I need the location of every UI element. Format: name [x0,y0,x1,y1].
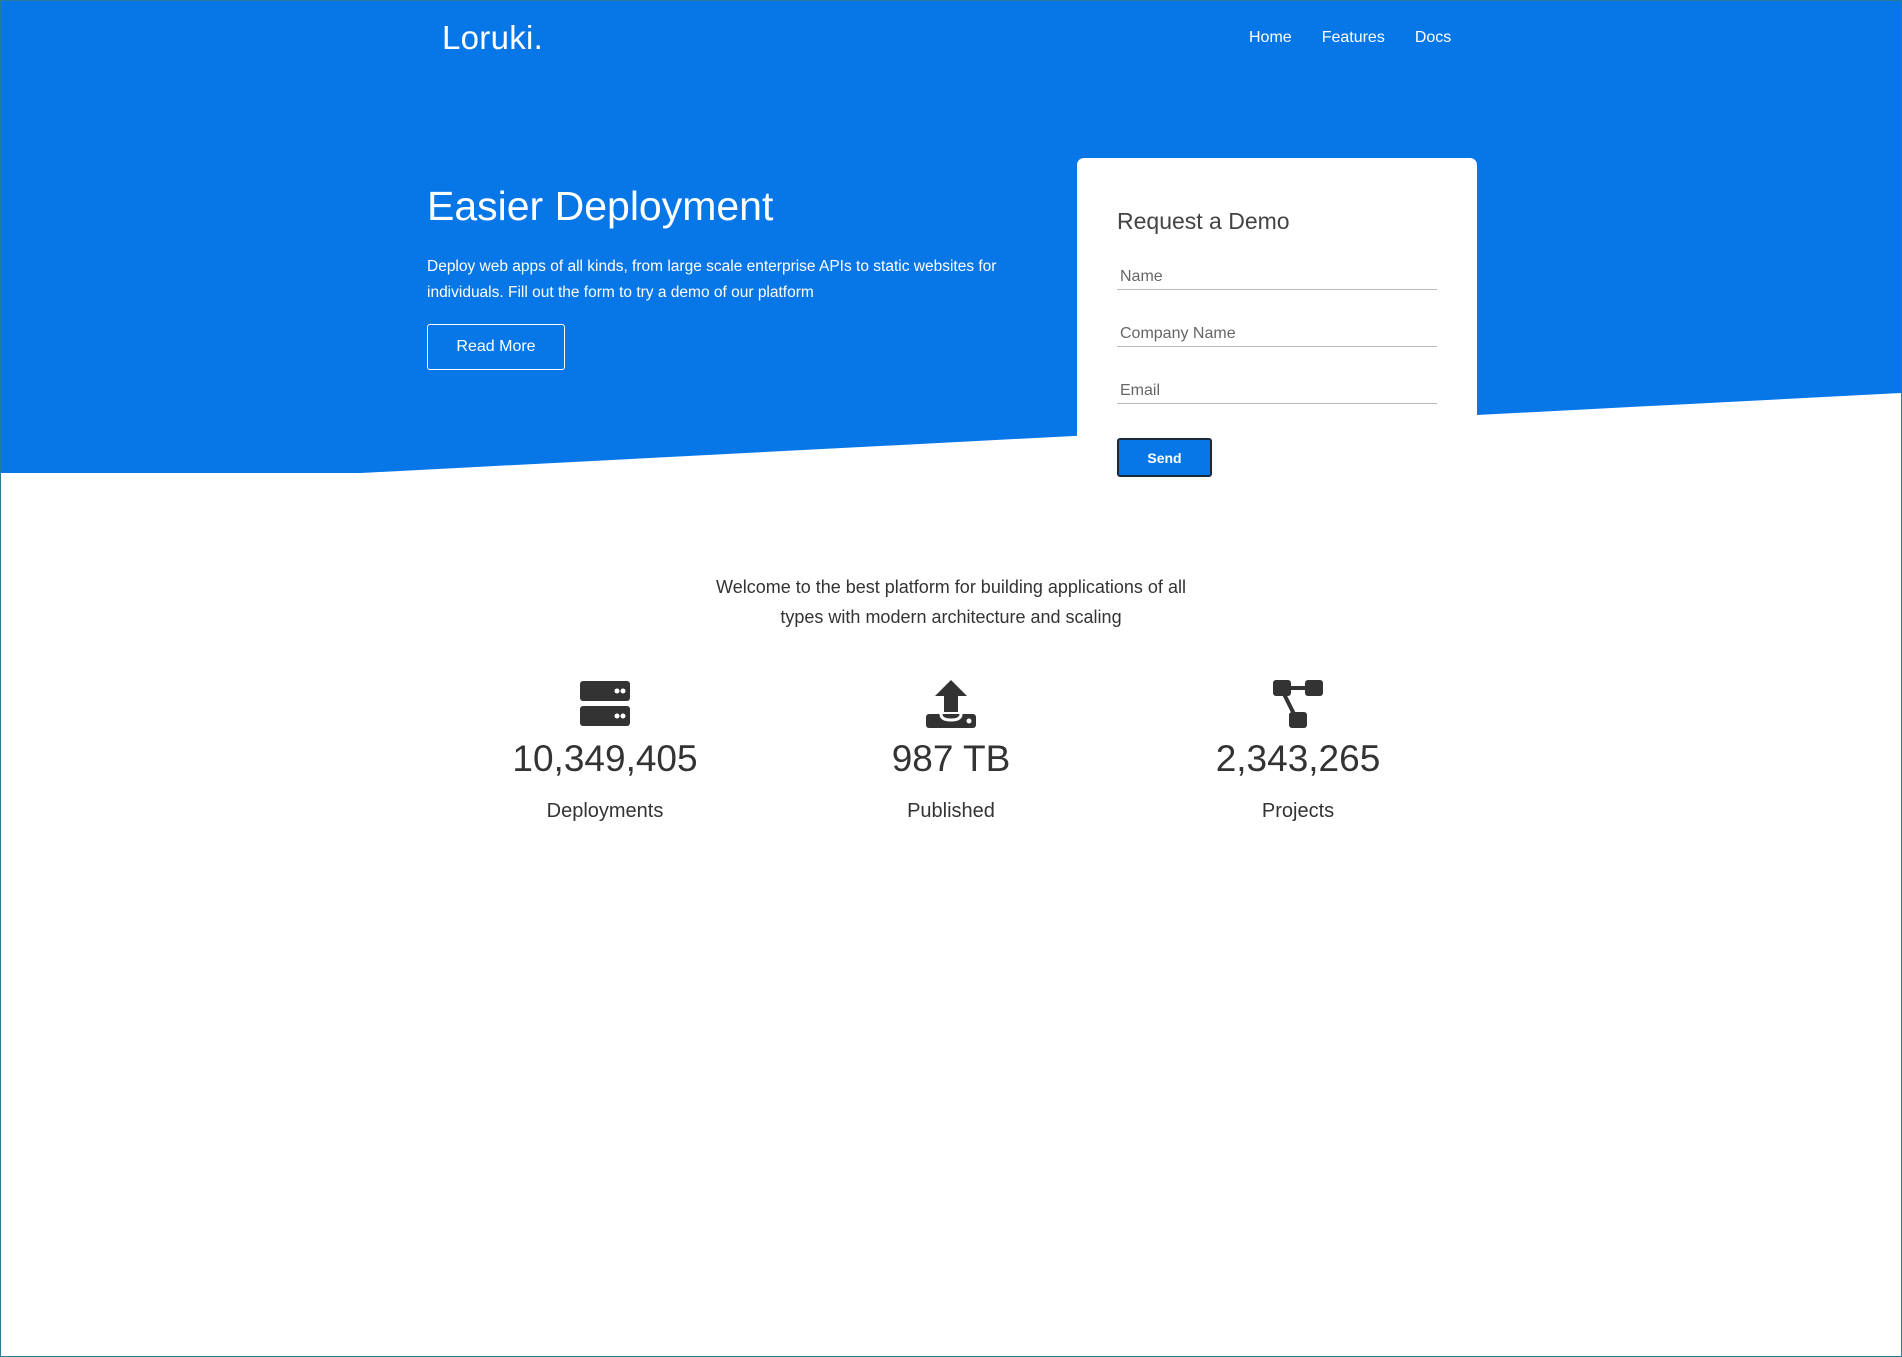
nav-link-home[interactable]: Home [1249,29,1292,47]
hero-text: Deploy web apps of all kinds, from large… [427,258,997,301]
stat-value: 10,349,405 [512,738,698,779]
stat-value: 987 TB [891,738,1011,779]
read-more-button[interactable]: Read More [427,324,565,370]
nav-link-docs[interactable]: Docs [1415,29,1451,47]
server-icon [580,681,630,726]
stat-value: 2,343,265 [1215,738,1381,779]
navbar: Loruki. Home Features Docs [1,1,1901,77]
email-input[interactable] [1117,378,1437,404]
brand-logo[interactable]: Loruki. [442,19,543,57]
send-button[interactable]: Send [1117,438,1212,477]
nav-link-features[interactable]: Features [1322,29,1385,47]
nav-links: Home Features Docs [1249,29,1451,47]
stat-label: Deployments [546,800,664,822]
hero-title: Easier Deployment [427,183,774,229]
stat-deployments: 10,349,405 Deployments [455,678,755,823]
demo-form-card: Request a Demo Send [1077,158,1477,498]
stat-label: Published [907,800,995,822]
stat-projects: 2,343,265 Projects [1148,678,1448,823]
welcome-text: Welcome to the best platform for buildin… [716,577,1186,627]
page: Loruki. Home Features Docs Easier Deploy… [0,0,1902,1357]
stat-label: Projects [1261,800,1335,822]
project-diagram-icon [1273,680,1323,728]
stat-published: 987 TB Published [801,678,1101,823]
company-name-input[interactable] [1117,321,1437,347]
name-input[interactable] [1117,264,1437,290]
demo-form-title: Request a Demo [1117,208,1290,234]
upload-icon [926,680,976,728]
